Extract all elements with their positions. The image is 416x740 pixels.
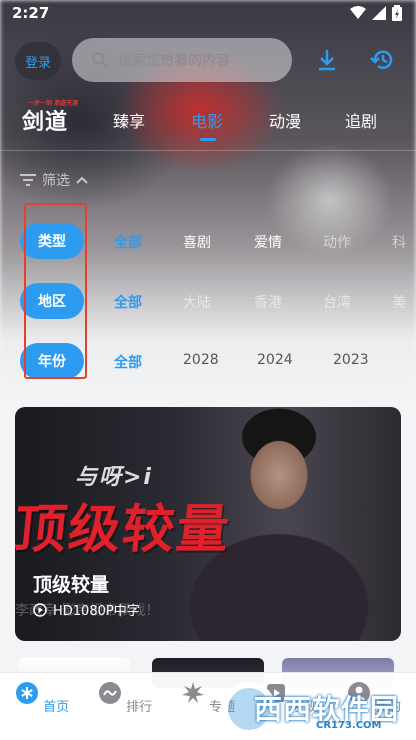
logo-tagline: 一步一剑 浪迹天涯: [28, 100, 79, 107]
nav-home[interactable]: 首页: [12, 681, 72, 715]
tab-anime[interactable]: 动漫: [269, 108, 301, 132]
active-tab-indicator: [200, 138, 216, 141]
banner-quality: HD1080P中字: [33, 600, 140, 619]
search-placeholder: 搜索您想看的内容: [118, 53, 230, 69]
highlight-box: [24, 203, 87, 379]
filter-option[interactable]: 全部: [114, 352, 142, 372]
status-bar: 2:27: [0, 0, 416, 28]
filter-option[interactable]: 动作: [323, 232, 351, 252]
wifi-icon: [350, 6, 366, 19]
app-logo: 一步一剑 浪迹天涯 剑道: [22, 100, 78, 136]
signal-icon: [372, 6, 386, 20]
header-divider: [0, 150, 416, 151]
filter-toggle[interactable]: 筛选: [20, 170, 88, 190]
category-tabs: 一步一剑 浪迹天涯 剑道 臻享 电影 动漫 追剧: [0, 96, 416, 146]
ranking-icon: [98, 682, 121, 704]
filter-option[interactable]: 全部: [114, 292, 142, 312]
chevron-up-icon: [76, 176, 88, 184]
filter-label: 筛选: [42, 173, 70, 189]
featured-banner[interactable]: 与呀>i 顶级较量 李政宰 影帝视帝飙戏！ 顶级较量 HD1080P中字: [15, 407, 401, 641]
download-icon[interactable]: [316, 48, 338, 72]
topic-icon: [181, 682, 204, 703]
filter-option[interactable]: 大陆: [183, 292, 211, 312]
filter-option[interactable]: 爱情: [254, 232, 282, 252]
filter-option[interactable]: 2028: [183, 352, 219, 368]
top-bar: 登录 搜索您想看的内容: [0, 38, 416, 84]
tab-series[interactable]: 追剧: [345, 108, 377, 132]
battery-icon: [392, 5, 402, 21]
tab-zhenxiang[interactable]: 臻享: [113, 108, 145, 132]
banner-quality-label: HD1080P中字: [53, 604, 140, 619]
login-button[interactable]: 登录: [15, 42, 61, 80]
watermark-url: CR173.COM: [316, 720, 382, 731]
site-watermark: 西西软件园 CR173.COM: [222, 680, 402, 738]
history-icon[interactable]: [370, 47, 396, 73]
status-time: 2:27: [12, 4, 50, 22]
filter-option[interactable]: 2023: [333, 352, 369, 368]
search-input[interactable]: 搜索您想看的内容: [72, 38, 292, 82]
banner-overlay-title: 顶级较量: [15, 500, 234, 560]
filter-icon: [20, 174, 36, 186]
tab-movie[interactable]: 电影: [191, 108, 223, 132]
filter-option[interactable]: 2024: [257, 352, 293, 368]
search-icon: [92, 52, 108, 68]
nav-label: 排行: [126, 700, 153, 715]
banner-title: 顶级较量: [33, 574, 110, 596]
filter-option[interactable]: 美: [392, 292, 406, 312]
filter-option[interactable]: 喜剧: [183, 232, 211, 252]
status-icons: [350, 5, 402, 21]
nav-label: 首页: [43, 700, 70, 715]
filter-option[interactable]: 香港: [254, 292, 282, 312]
home-icon: [15, 682, 38, 704]
nav-ranking[interactable]: 排行: [95, 681, 155, 715]
filter-option[interactable]: 科: [392, 232, 406, 252]
play-circle-icon: [33, 602, 47, 617]
filter-option[interactable]: 台湾: [323, 292, 351, 312]
filter-option[interactable]: 全部: [114, 232, 142, 252]
logo-text: 剑道: [22, 109, 69, 135]
